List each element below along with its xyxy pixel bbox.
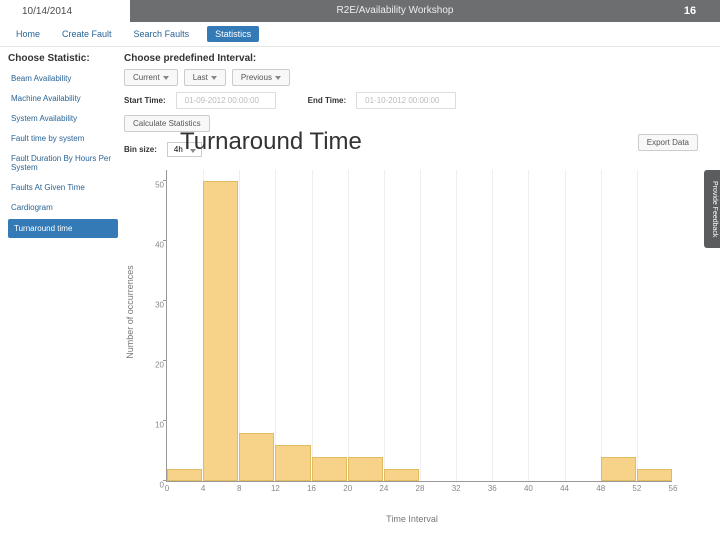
gridline (565, 170, 566, 481)
y-tick: 40 (139, 241, 167, 250)
gridline (312, 170, 313, 481)
chart-bar (348, 457, 383, 481)
y-tick: 30 (139, 301, 167, 310)
header-title: R2E/Availability Workshop (130, 0, 660, 22)
gridline (601, 170, 602, 481)
export-data-button[interactable]: Export Data (638, 134, 698, 151)
bin-size-label: Bin size: (124, 145, 157, 154)
chart-area: Number of occurrences 048121620242832364… (132, 162, 692, 522)
stat-cardiogram[interactable]: Cardiogram (8, 199, 118, 216)
chart-bar (384, 469, 419, 481)
interval-current-button[interactable]: Current (124, 69, 178, 86)
gridline (528, 170, 529, 481)
x-tick: 48 (596, 481, 605, 493)
tab-search-faults[interactable]: Search Faults (130, 26, 194, 42)
stat-system-availability[interactable]: System Availability (8, 110, 118, 127)
end-time-label: End Time: (308, 96, 347, 105)
end-time-input[interactable]: 01-10-2012 00:00:00 (356, 92, 456, 109)
x-tick: 24 (379, 481, 388, 493)
header-date: 10/14/2014 (0, 6, 130, 17)
y-axis-label: Number of occurrences (125, 265, 135, 359)
stat-fault-time-by-system[interactable]: Fault time by system (8, 130, 118, 147)
x-tick: 8 (237, 481, 241, 493)
stat-fault-duration-by-hours[interactable]: Fault Duration By Hours Per System (8, 150, 118, 176)
chart-bar (239, 433, 274, 481)
y-tick: 50 (139, 181, 167, 190)
start-time-input[interactable]: 01-09-2012 00:00:00 (176, 92, 276, 109)
x-tick: 20 (343, 481, 352, 493)
slide-header: 10/14/2014 R2E/Availability Workshop 16 (0, 0, 720, 22)
stat-faults-at-given-time[interactable]: Faults At Given Time (8, 179, 118, 196)
x-tick: 12 (271, 481, 280, 493)
y-tick: 0 (139, 481, 167, 490)
chart-bar (601, 457, 636, 481)
chart-plot: 04812162024283236404448525601020304050 (166, 170, 672, 482)
gridline (456, 170, 457, 481)
stat-turnaround-time[interactable]: Turnaround time (8, 219, 118, 238)
sidebar: Choose Statistic: Beam Availability Mach… (0, 47, 118, 241)
tab-create-fault[interactable]: Create Fault (58, 26, 116, 42)
x-axis-label: Time Interval (386, 514, 438, 524)
chart-bar (637, 469, 672, 481)
x-tick: 32 (452, 481, 461, 493)
caret-icon (211, 76, 217, 80)
x-tick: 44 (560, 481, 569, 493)
tab-statistics[interactable]: Statistics (207, 26, 259, 42)
x-tick: 40 (524, 481, 533, 493)
x-tick: 28 (416, 481, 425, 493)
y-tick-mark (163, 180, 167, 181)
nav-tabs: Home Create Fault Search Faults Statisti… (0, 22, 720, 47)
tab-home[interactable]: Home (12, 26, 44, 42)
x-tick: 16 (307, 481, 316, 493)
chart-bar (167, 469, 202, 481)
y-tick: 10 (139, 421, 167, 430)
stat-machine-availability[interactable]: Machine Availability (8, 90, 118, 107)
caret-icon (163, 76, 169, 80)
header-page: 16 (660, 0, 720, 22)
gridline (420, 170, 421, 481)
x-tick: 4 (201, 481, 205, 493)
interval-title: Choose predefined Interval: (124, 53, 712, 64)
chart-bar (275, 445, 310, 481)
gridline (348, 170, 349, 481)
chart-overlay-title: Turnaround Time (180, 128, 362, 156)
y-tick-mark (163, 420, 167, 421)
interval-last-button[interactable]: Last (184, 69, 226, 86)
y-tick: 20 (139, 361, 167, 370)
caret-icon (275, 76, 281, 80)
x-tick: 52 (632, 481, 641, 493)
x-tick: 36 (488, 481, 497, 493)
gridline (384, 170, 385, 481)
chart-bar (203, 181, 238, 481)
start-time-label: Start Time: (124, 96, 166, 105)
x-tick: 56 (669, 481, 678, 493)
chart-bar (312, 457, 347, 481)
y-tick-mark (163, 300, 167, 301)
y-tick-mark (163, 240, 167, 241)
sidebar-title: Choose Statistic: (8, 53, 118, 64)
gridline (637, 170, 638, 481)
interval-previous-button[interactable]: Previous (232, 69, 290, 86)
stat-beam-availability[interactable]: Beam Availability (8, 70, 118, 87)
gridline (492, 170, 493, 481)
gridline (275, 170, 276, 481)
feedback-tab[interactable]: Provide Feedback (704, 170, 720, 248)
y-tick-mark (163, 360, 167, 361)
